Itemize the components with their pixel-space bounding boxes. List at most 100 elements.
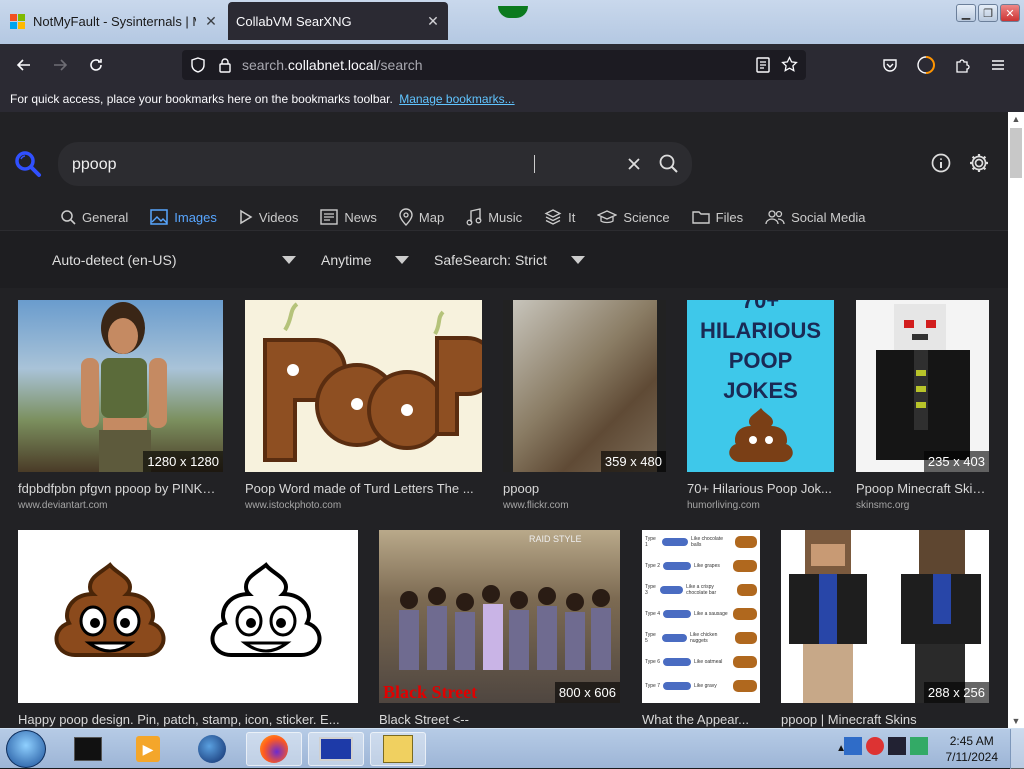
result-thumbnail[interactable]: RAID STYLE Black Street 800 x 606 [379, 530, 620, 703]
image-result[interactable]: 359 x 480 ppoop www.flickr.com [503, 300, 666, 511]
food-image-icon [735, 632, 757, 644]
image-result[interactable]: 70+ HILARIOUS POOP JOKES 70+ Hilarious P… [687, 300, 834, 511]
clock-time: 2:45 AM [949, 734, 994, 748]
reload-icon [90, 59, 102, 71]
header-icons [930, 152, 990, 179]
image-result[interactable]: Type 1 Like chocolate balls Type 2 Like gra… [642, 530, 760, 727]
tray-alert-icon[interactable] [866, 737, 884, 755]
close-icon[interactable]: ✕ [418, 13, 448, 30]
settings-gear-icon[interactable] [968, 152, 990, 179]
search-input[interactable]: ppoop [58, 142, 692, 186]
volume-icon[interactable] [910, 737, 928, 755]
back-button[interactable] [6, 47, 42, 83]
reader-view-icon[interactable] [756, 57, 770, 78]
result-title[interactable]: 70+ Hilarious Poop Jok... [687, 481, 834, 496]
taskbar-clock[interactable]: 2:45 AM 7/11/2024 [946, 733, 999, 765]
scroll-down-icon[interactable]: ▼ [1008, 714, 1024, 728]
taskbar-notepad[interactable] [370, 732, 426, 766]
taskbar-window-2[interactable] [308, 732, 364, 766]
bookmarks-toolbar: For quick access, place your bookmarks h… [0, 86, 1024, 112]
time-range-select[interactable]: Anytime [321, 252, 409, 268]
result-title[interactable]: Black Street <-- [379, 712, 620, 727]
show-desktop-button[interactable] [1010, 729, 1024, 769]
tab-notmyfault[interactable]: NotMyFault - Sysinternals | Mic ✕ [0, 2, 226, 40]
stool-shape-icon [660, 586, 684, 594]
scrollbar-thumb[interactable] [1010, 128, 1022, 178]
taskbar-cmd[interactable] [60, 732, 116, 766]
close-window-button[interactable]: ✕ [1000, 4, 1020, 22]
tab-news[interactable]: News [320, 204, 377, 230]
stool-shape-icon [661, 538, 689, 546]
folder-icon [691, 211, 710, 224]
result-title[interactable]: ppoop [503, 481, 666, 496]
result-thumbnail[interactable]: 235 x 403 [856, 300, 989, 472]
stool-type-label: Type 6 [645, 659, 661, 665]
reload-button[interactable] [78, 47, 114, 83]
close-icon[interactable]: ✕ [196, 13, 226, 30]
tab-social-media[interactable]: Social Media [765, 204, 866, 230]
tab-videos[interactable]: Videos [239, 204, 298, 230]
image-result[interactable]: Poop Word made of Turd Letters The ... w… [245, 300, 482, 511]
taskbar-ie[interactable] [184, 732, 240, 766]
language-select[interactable]: Auto-detect (en-US) [52, 252, 296, 268]
system-tray [844, 737, 928, 755]
tab-files[interactable]: Files [691, 204, 743, 230]
stool-type-label: Type 2 [645, 563, 661, 569]
pocket-button[interactable] [872, 47, 908, 83]
tab-title: CollabVM SearXNG [236, 13, 352, 29]
hamburger-icon [992, 60, 1004, 70]
result-thumbnail[interactable]: Type 1 Like chocolate balls Type 2 Like gra… [642, 530, 760, 703]
searxng-logo-icon[interactable] [14, 150, 42, 183]
maximize-button[interactable]: ❐ [978, 4, 998, 22]
tab-music[interactable]: Music [466, 204, 522, 230]
start-button[interactable] [6, 730, 46, 768]
image-result[interactable]: Happy poop design. Pin, patch, stamp, ic… [18, 530, 358, 727]
image-result[interactable]: 288 x 256 ppoop | Minecraft Skins [781, 530, 989, 727]
tab-map[interactable]: Map [399, 204, 444, 230]
search-submit-icon[interactable] [658, 153, 679, 179]
manage-bookmarks-link[interactable]: Manage bookmarks... [399, 92, 514, 106]
image-result[interactable]: 1280 x 1280 fdpbdfpbn pfgvn ppoop by PIN… [18, 300, 223, 511]
tray-app-icon[interactable] [844, 737, 862, 755]
image-dimensions: 800 x 606 [554, 682, 620, 703]
image-result[interactable]: 235 x 403 Ppoop Minecraft Skin... skinsm… [856, 300, 989, 511]
bookmark-star-icon[interactable] [781, 55, 798, 78]
extensions-button[interactable] [944, 47, 980, 83]
page-scrollbar[interactable]: ▲ ▼ [1008, 112, 1024, 728]
result-title[interactable]: fdpbdfpbn pfgvn ppoop by PINKYF... [18, 481, 223, 496]
minimize-button[interactable]: ▁ [956, 4, 976, 22]
result-thumbnail[interactable]: 1280 x 1280 [18, 300, 223, 472]
stool-chart-row: Type 4 Like a sausage [642, 602, 760, 626]
stool-caption: Like a crispy chocolate bar [686, 584, 717, 596]
menu-button[interactable] [980, 47, 1016, 83]
tab-images[interactable]: Images [150, 204, 217, 232]
terminal-icon [74, 737, 102, 761]
result-thumbnail[interactable]: 288 x 256 [781, 530, 989, 703]
tab-science[interactable]: Science [597, 204, 670, 230]
result-title[interactable]: Ppoop Minecraft Skin... [856, 481, 989, 496]
result-title[interactable]: ppoop | Minecraft Skins [781, 712, 989, 727]
result-thumbnail[interactable] [245, 300, 482, 472]
globe-icon [198, 735, 226, 763]
clear-search-icon[interactable] [624, 154, 644, 179]
scroll-up-icon[interactable]: ▲ [1008, 112, 1024, 126]
taskbar-media-player[interactable]: ▶ [120, 732, 176, 766]
taskbar-firefox[interactable] [246, 732, 302, 766]
result-title[interactable]: What the Appear... [642, 712, 760, 727]
result-title[interactable]: Poop Word made of Turd Letters The ... [245, 481, 482, 496]
result-thumbnail[interactable]: 359 x 480 [503, 300, 666, 472]
network-icon[interactable] [888, 737, 906, 755]
tab-searxng[interactable]: CollabVM SearXNG ✕ [228, 2, 448, 40]
result-thumbnail[interactable] [18, 530, 358, 703]
address-bar[interactable]: search.collabnet.local/search [182, 50, 806, 80]
safesearch-select[interactable]: SafeSearch: Strict [434, 252, 585, 268]
tab-it[interactable]: It [544, 204, 575, 230]
image-result[interactable]: RAID STYLE Black Street 800 x 606 Black … [379, 530, 620, 727]
forward-button[interactable] [42, 47, 78, 83]
account-button[interactable] [908, 47, 944, 83]
result-title[interactable]: Happy poop design. Pin, patch, stamp, ic… [18, 712, 358, 727]
result-thumbnail[interactable]: 70+ HILARIOUS POOP JOKES [687, 300, 834, 472]
food-image-icon [733, 656, 757, 668]
info-icon[interactable] [930, 152, 952, 179]
tab-general[interactable]: General [60, 204, 128, 230]
